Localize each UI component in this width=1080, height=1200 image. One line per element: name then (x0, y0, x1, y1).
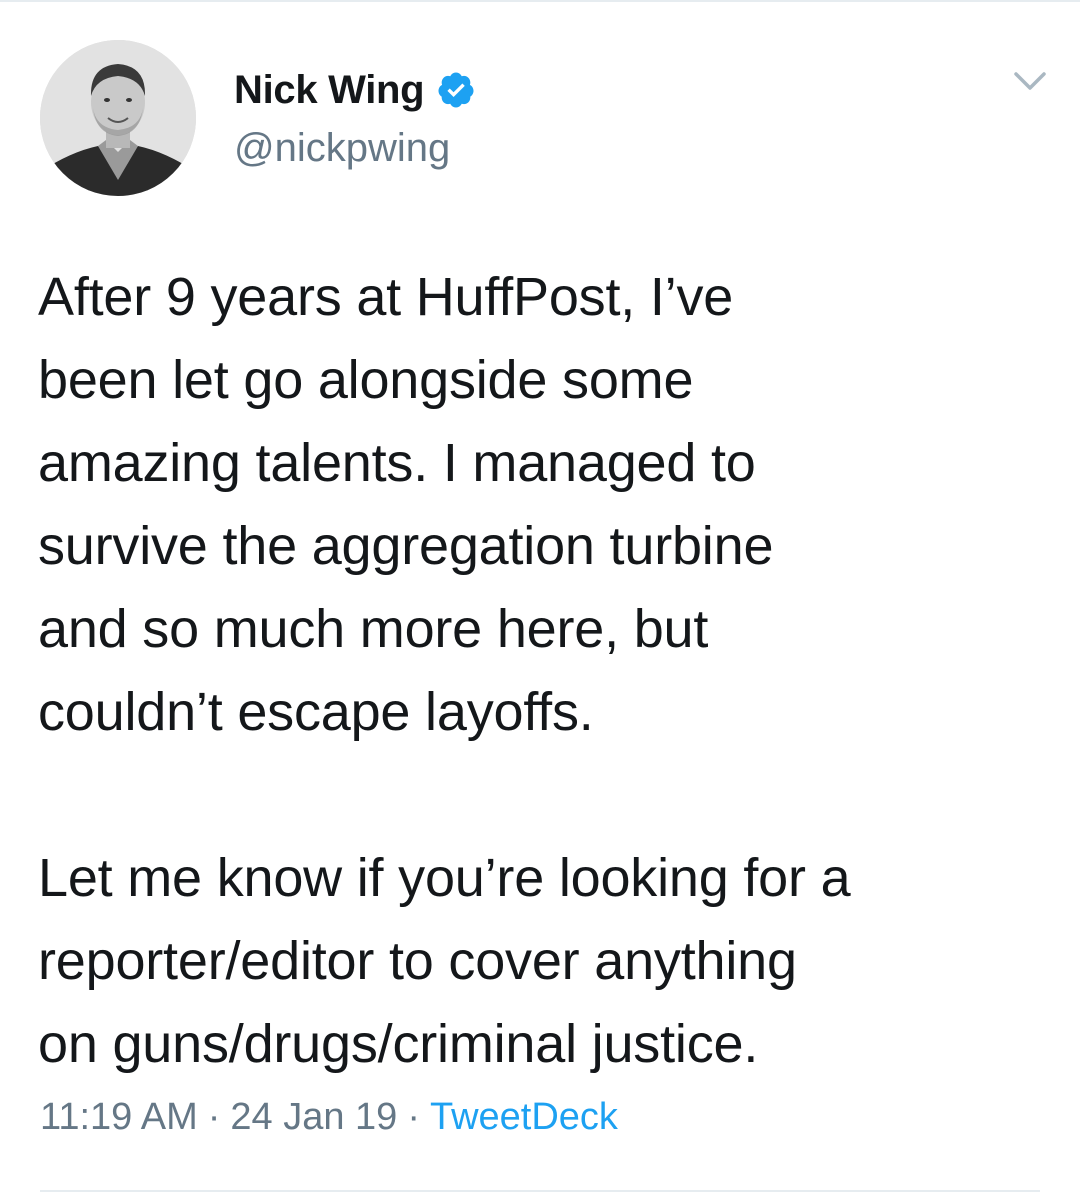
meta-separator: · (207, 1096, 221, 1138)
tweet-source-link[interactable]: TweetDeck (430, 1096, 618, 1138)
bottom-divider (40, 1190, 1040, 1192)
tweet-paragraph: Let me know if you’re looking for a repo… (38, 848, 851, 1074)
tweet-date[interactable]: 24 Jan 19 (230, 1096, 397, 1138)
avatar-photo (40, 40, 196, 196)
author-name-row[interactable]: Nick Wing (234, 64, 476, 116)
author-handle[interactable]: @nickpwing (234, 126, 450, 171)
chevron-down-icon[interactable] (1010, 66, 1050, 96)
meta-separator: · (407, 1096, 420, 1138)
author-display-name[interactable]: Nick Wing (234, 68, 425, 113)
verified-badge-icon (436, 70, 476, 110)
tweet-text: After 9 years at HuffPost, I’ve been let… (38, 256, 1048, 1086)
tweet-paragraph: After 9 years at HuffPost, I’ve been let… (38, 267, 774, 742)
tweet-metadata: 11:19 AM · 24 Jan 19 · TweetDeck (40, 1096, 618, 1139)
tweet-time[interactable]: 11:19 AM (40, 1096, 198, 1138)
tweet-card: Nick Wing @nickpwing After 9 years at Hu… (0, 0, 1080, 1200)
avatar[interactable] (40, 40, 196, 196)
top-divider (0, 0, 1080, 2)
